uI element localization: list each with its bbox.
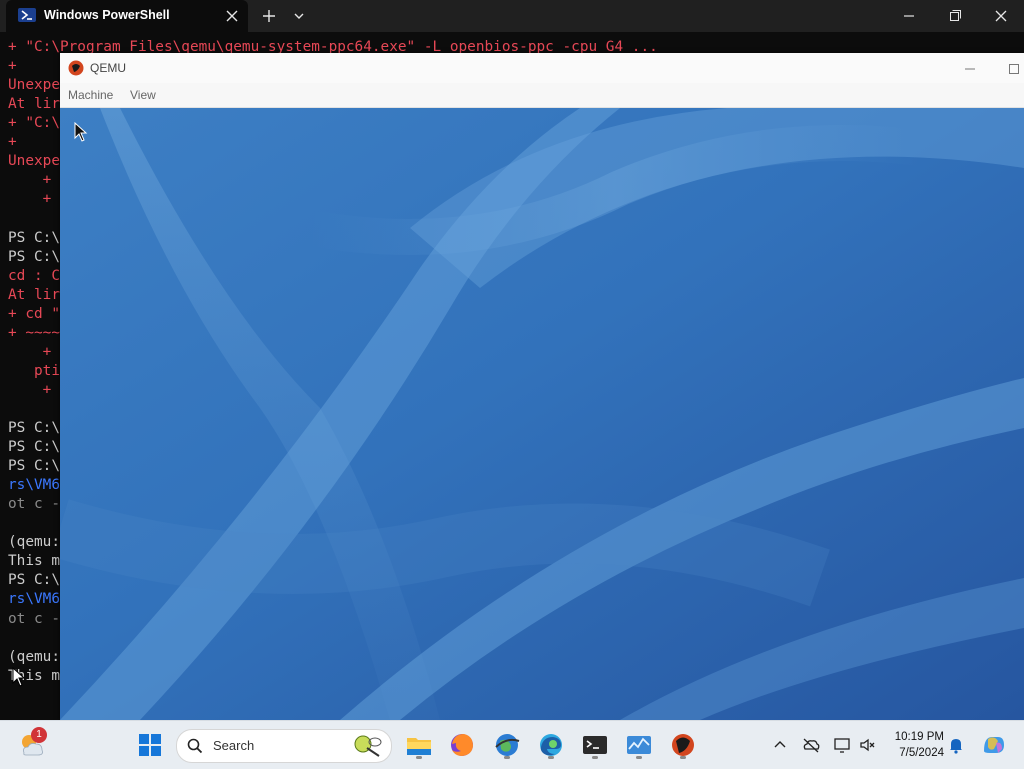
qemu-logo-icon: [68, 60, 84, 76]
console-line: PS C:\: [8, 420, 60, 436]
console-line: (qemu:: [8, 648, 60, 665]
running-indicator: [416, 756, 422, 759]
console-line: This m: [8, 553, 60, 570]
qemu-titlebar[interactable]: QEMU: [60, 53, 1024, 83]
console-line: +: [8, 58, 17, 75]
console-line: rs\VM6: [8, 477, 60, 494]
console-line: +: [8, 172, 52, 189]
running-indicator: [548, 756, 554, 759]
speaker-muted-icon[interactable]: [858, 735, 878, 755]
qemu-menubar: Machine View: [60, 83, 1024, 108]
network-globe-app-icon[interactable]: [491, 729, 523, 761]
qemu-minimize-button[interactable]: [958, 59, 982, 79]
clock-time: 10:19 PM: [894, 731, 944, 743]
start-button[interactable]: [134, 729, 166, 761]
display-icon[interactable]: [832, 735, 852, 755]
close-button[interactable]: [978, 0, 1024, 32]
qemu-window-title: QEMU: [90, 61, 126, 75]
console-line: Unexpe: [8, 77, 60, 94]
firefox-icon[interactable]: [446, 729, 478, 761]
console-line: Unexpe: [8, 153, 60, 170]
taskbar-clock[interactable]: 10:19 PM 7/5/2024: [884, 729, 944, 761]
console-line: (qemu:: [8, 534, 60, 551]
onedrive-offline-icon[interactable]: [801, 735, 821, 755]
console-line: +: [8, 191, 52, 208]
console-line: +: [8, 343, 52, 360]
taskbar-search-box[interactable]: Search: [176, 729, 392, 763]
qemu-taskbar-icon[interactable]: [667, 729, 699, 761]
notification-bell-icon[interactable]: [946, 735, 966, 755]
console-line: +: [8, 134, 17, 151]
search-highlight-tennis-icon: [354, 735, 382, 757]
powershell-icon: [18, 8, 36, 22]
menu-view[interactable]: View: [130, 88, 156, 102]
powershell-tab[interactable]: Windows PowerShell: [6, 0, 248, 32]
console-line: cd : C: [8, 267, 60, 284]
running-indicator: [636, 756, 642, 759]
copilot-icon[interactable]: [978, 729, 1010, 761]
console-line: At lir: [8, 286, 60, 303]
edge-browser-icon[interactable]: [535, 729, 567, 761]
console-line: + cd ": [8, 305, 60, 322]
qemu-window[interactable]: QEMU Machine View: [60, 53, 1024, 720]
menu-machine[interactable]: Machine: [68, 88, 113, 102]
console-line: + ~~~~: [8, 324, 60, 341]
file-explorer-icon[interactable]: [403, 729, 435, 761]
taskbar: Search 10:19 PM 7/5/2024: [0, 720, 1024, 769]
console-line: PS C:\: [8, 572, 60, 589]
new-tab-plus-icon[interactable]: [258, 6, 280, 26]
qemu-maximize-button[interactable]: [1002, 59, 1024, 79]
guest-desktop-wallpaper: [60, 108, 1024, 720]
running-indicator: [504, 756, 510, 759]
show-hidden-icons-chevron-up-icon[interactable]: [770, 735, 790, 755]
running-indicator: [592, 756, 598, 759]
console-line: PS C:\: [8, 439, 60, 456]
search-placeholder: Search: [213, 738, 255, 753]
console-line: PS C:\: [8, 229, 60, 246]
tab-title: Windows PowerShell: [44, 8, 170, 22]
console-line: PS C:\: [8, 248, 60, 265]
console-line: pti: [8, 362, 60, 379]
search-icon: [187, 738, 203, 754]
console-line: At lir: [8, 96, 60, 113]
task-manager-icon[interactable]: [623, 729, 655, 761]
terminal-icon[interactable]: [579, 729, 611, 761]
console-line: +: [8, 381, 52, 398]
windows-logo-icon: [139, 734, 161, 756]
console-line: + "C:\: [8, 115, 60, 132]
console-line: rs\VM6: [8, 591, 60, 608]
powershell-titlebar: Windows PowerShell: [0, 0, 1024, 32]
guest-mouse-pointer-icon: [74, 122, 88, 142]
console-line: PS C:\: [8, 458, 60, 475]
console-line: ot c -: [8, 496, 60, 513]
tab-dropdown-chevron-down-icon[interactable]: [290, 6, 308, 26]
tab-close-icon[interactable]: [222, 6, 242, 26]
restore-button[interactable]: [932, 0, 978, 32]
mouse-pointer-icon: [12, 667, 26, 687]
minimize-button[interactable]: [886, 0, 932, 32]
qemu-guest-display[interactable]: [60, 108, 1024, 720]
console-line: ot c -: [8, 610, 60, 627]
clock-date: 7/5/2024: [899, 747, 944, 759]
weather-notification-badge: 1: [31, 727, 47, 743]
running-indicator: [680, 756, 686, 759]
